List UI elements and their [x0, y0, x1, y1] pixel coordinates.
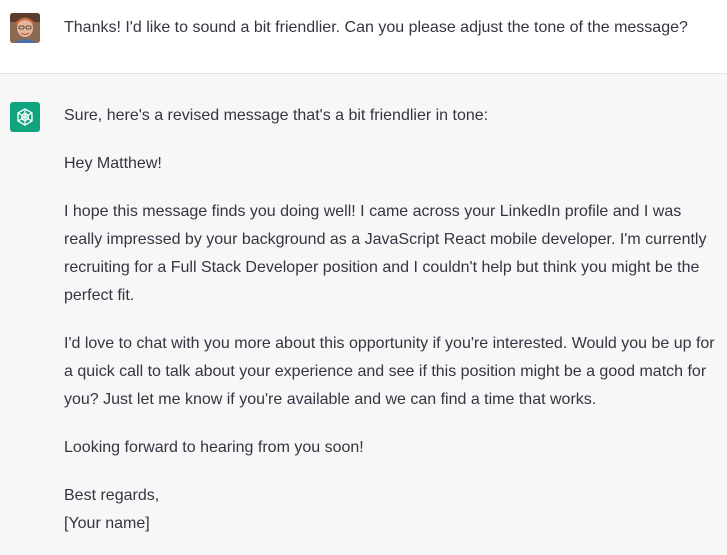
- reply-paragraph-2: I'd love to chat with you more about thi…: [64, 335, 715, 408]
- reply-closing-line: Looking forward to hearing from you soon…: [64, 439, 364, 456]
- user-message-row: Thanks! I'd like to sound a bit friendli…: [0, 0, 727, 74]
- chatgpt-logo-icon: [10, 102, 40, 132]
- reply-sign-off: Best regards,: [64, 487, 160, 504]
- reply-signature: [Your name]: [64, 515, 150, 532]
- reply-intro: Sure, here's a revised message that's a …: [64, 107, 489, 124]
- assistant-message-body: Sure, here's a revised message that's a …: [64, 102, 719, 538]
- user-avatar: [10, 13, 40, 43]
- reply-greeting: Hey Matthew!: [64, 155, 162, 172]
- assistant-message-row: Sure, here's a revised message that's a …: [0, 74, 727, 555]
- user-message-text: Thanks! I'd like to sound a bit friendli…: [64, 19, 688, 36]
- reply-paragraph-1: I hope this message finds you doing well…: [64, 203, 707, 304]
- reply-signature-block: Best regards, [Your name]: [64, 482, 719, 538]
